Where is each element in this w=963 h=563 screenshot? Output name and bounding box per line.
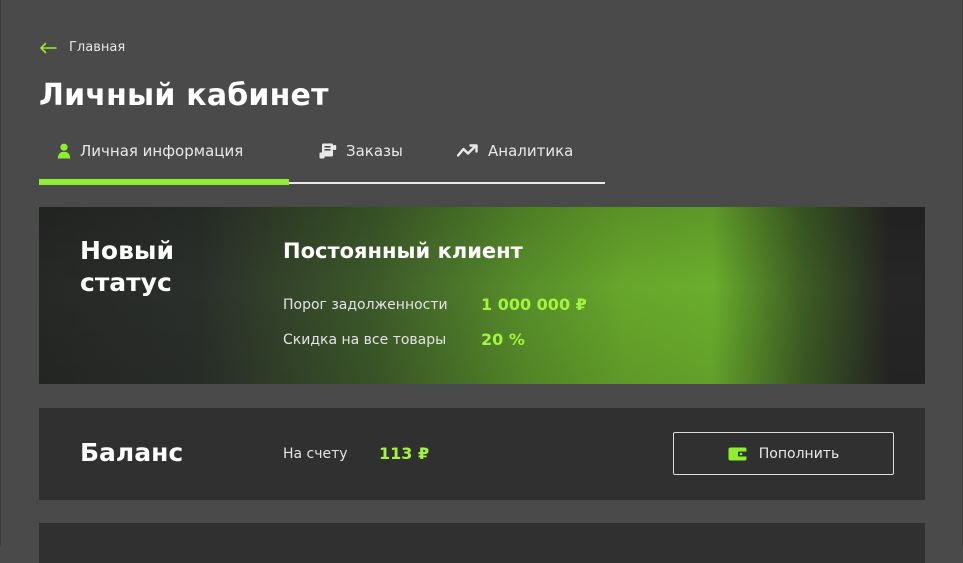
breadcrumb-label: Главная <box>69 40 126 55</box>
debt-threshold-row: Порог задолженности 1 000 000 ₽ <box>283 295 587 314</box>
receipt-icon <box>319 143 337 159</box>
tab-label: Заказы <box>346 142 403 160</box>
tabs: Личная информация Заказы Аналитика <box>39 136 605 185</box>
trend-icon <box>457 144 479 158</box>
topup-button[interactable]: Пополнить <box>673 432 894 475</box>
breadcrumb[interactable]: Главная <box>39 40 125 55</box>
tab-label: Личная информация <box>80 142 244 160</box>
next-card <box>39 523 925 563</box>
discount-value: 20 % <box>481 330 525 349</box>
balance-title: Баланс <box>80 438 184 467</box>
status-card: Новый статус Постоянный клиент Порог задо… <box>39 207 925 384</box>
debt-threshold-label: Порог задолженности <box>283 296 448 313</box>
page-title: Личный кабинет <box>39 78 329 113</box>
tab-analytics[interactable]: Аналитика <box>457 142 573 160</box>
frame-edge-left <box>0 0 1 546</box>
tab-personal-info[interactable]: Личная информация <box>57 142 243 160</box>
user-icon <box>57 143 71 159</box>
balance-label: На счету <box>283 446 348 462</box>
debt-threshold-value: 1 000 000 ₽ <box>481 295 587 314</box>
discount-label: Скидка на все товары <box>283 331 447 348</box>
status-name: Постоянный клиент <box>283 239 523 263</box>
tab-label: Аналитика <box>488 142 574 160</box>
discount-row: Скидка на все товары 20 % <box>283 330 525 349</box>
wallet-icon <box>728 447 747 461</box>
topup-label: Пополнить <box>758 445 840 462</box>
status-heading: Новый статус <box>80 236 175 297</box>
tab-orders[interactable]: Заказы <box>319 142 403 160</box>
arrow-left-icon <box>39 42 57 54</box>
balance-value: 113 ₽ <box>379 444 430 463</box>
balance-card: Баланс На счету 113 ₽ Пополнить <box>39 408 925 500</box>
tab-active-indicator <box>39 179 289 185</box>
